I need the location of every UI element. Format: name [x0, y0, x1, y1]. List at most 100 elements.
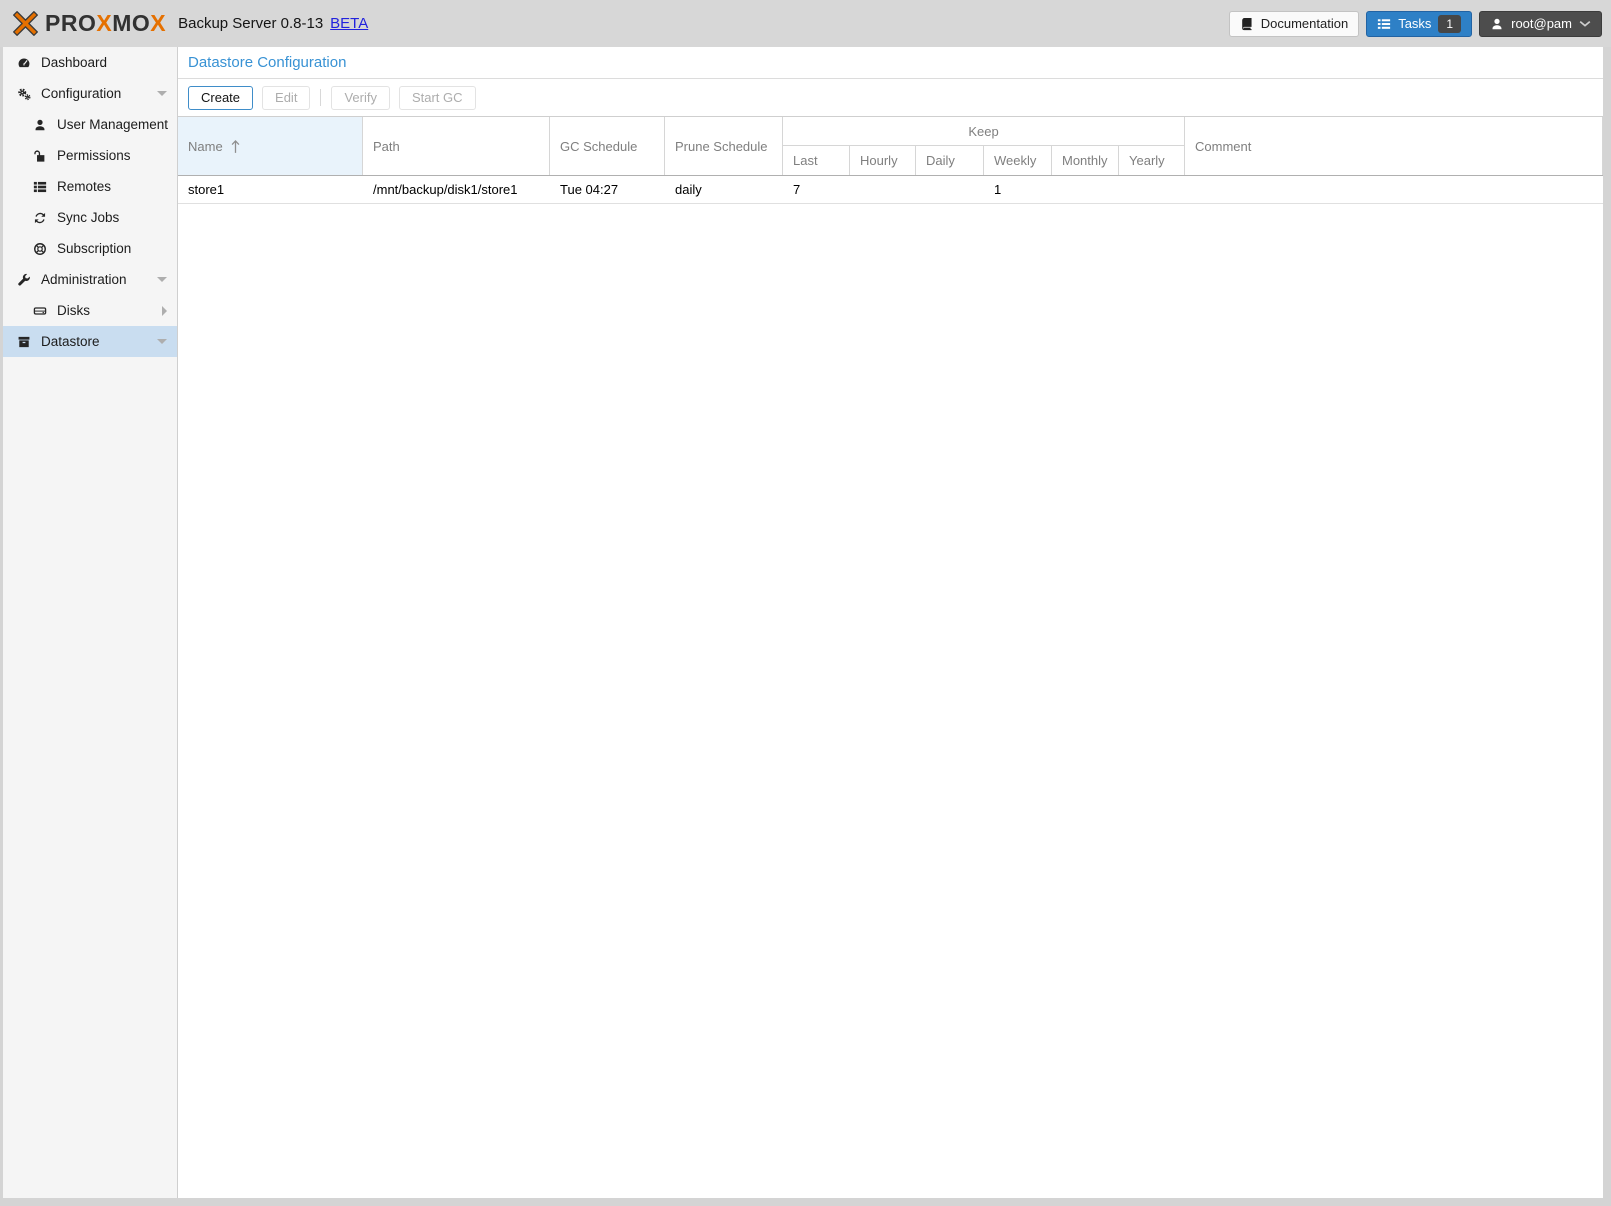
column-header-keep-weekly[interactable]: Weekly	[984, 146, 1052, 175]
sidebar-item-label: Dashboard	[41, 55, 107, 70]
sidebar-item-label: Permissions	[57, 148, 131, 163]
column-header-name[interactable]: Name	[178, 117, 363, 175]
sidebar-item-label: Subscription	[57, 241, 131, 256]
sidebar-item-configuration[interactable]: Configuration	[3, 78, 177, 109]
column-label: GC Schedule	[560, 139, 637, 154]
collapse-arrow-icon[interactable]	[157, 339, 167, 344]
start-gc-button[interactable]: Start GC	[399, 86, 476, 110]
cell-keep-weekly: 1	[984, 176, 1052, 203]
sort-ascending-icon	[230, 139, 241, 154]
proxmox-x-icon	[12, 10, 39, 37]
cell-gc-schedule: Tue 04:27	[550, 176, 665, 203]
sidebar-item-label: Disks	[57, 303, 90, 318]
page-title: Datastore Configuration	[178, 47, 1603, 79]
cell-comment	[1185, 176, 1603, 203]
sidebar-item-label: Sync Jobs	[57, 210, 119, 225]
proxmox-logo: PROXMOX	[12, 10, 166, 37]
user-icon	[31, 118, 49, 132]
documentation-label: Documentation	[1261, 16, 1348, 31]
column-header-keep-monthly[interactable]: Monthly	[1052, 146, 1119, 175]
wordmark-seg: X	[96, 10, 112, 36]
sidebar: Dashboard Configuration User Management	[3, 47, 178, 1198]
topbar: PROXMOX Backup Server 0.8-13 BETA Docume…	[0, 0, 1611, 47]
user-label: root@pam	[1511, 16, 1572, 31]
sidebar-item-label: Administration	[41, 272, 127, 287]
sync-icon	[31, 211, 49, 225]
column-header-keep-daily[interactable]: Daily	[916, 146, 984, 175]
proxmox-wordmark: PROXMOX	[45, 12, 166, 35]
cell-keep-yearly	[1119, 176, 1185, 203]
tasks-button[interactable]: Tasks 1	[1366, 11, 1472, 37]
gears-icon	[15, 87, 33, 101]
archive-box-icon	[15, 335, 33, 349]
topbar-actions: Documentation Tasks 1 root@pam	[1229, 11, 1602, 37]
tasks-label: Tasks	[1398, 16, 1431, 31]
expand-arrow-icon[interactable]	[162, 306, 167, 316]
create-button[interactable]: Create	[188, 86, 253, 110]
tasks-count-badge: 1	[1438, 15, 1461, 33]
server-list-icon	[31, 180, 49, 194]
cell-prune-schedule: daily	[665, 176, 783, 203]
app-title: Backup Server 0.8-13	[178, 15, 323, 32]
wordmark-seg: PRO	[45, 10, 96, 36]
user-icon	[1490, 17, 1504, 31]
unlock-icon	[31, 149, 49, 163]
tasks-list-icon	[1377, 17, 1391, 31]
sidebar-item-label: User Management	[57, 117, 168, 132]
column-label: Path	[373, 139, 400, 154]
cell-keep-last: 7	[783, 176, 850, 203]
toolbar-separator	[320, 89, 321, 106]
wordmark-seg: X	[150, 10, 166, 36]
sidebar-item-permissions[interactable]: Permissions	[3, 140, 177, 171]
sidebar-item-label: Datastore	[41, 334, 100, 349]
table-header: Name Path GC Schedule Prune Schedule Kee…	[178, 116, 1603, 176]
column-header-keep-last[interactable]: Last	[783, 146, 850, 175]
sidebar-item-label: Configuration	[41, 86, 121, 101]
column-label: Name	[188, 139, 223, 154]
wordmark-seg: MO	[112, 10, 150, 36]
dashboard-gauge-icon	[15, 56, 33, 70]
cell-keep-daily	[916, 176, 984, 203]
toolbar: Create Edit Verify Start GC	[178, 79, 1603, 116]
beta-link[interactable]: BETA	[330, 15, 368, 32]
column-header-keep-yearly[interactable]: Yearly	[1119, 146, 1185, 175]
cell-keep-group: 7 1	[783, 176, 1185, 203]
cell-keep-monthly	[1052, 176, 1119, 203]
book-icon	[1240, 17, 1254, 31]
sidebar-item-label: Remotes	[57, 179, 111, 194]
main-layout: Dashboard Configuration User Management	[3, 47, 1603, 1198]
column-label: Comment	[1195, 139, 1251, 154]
column-header-path[interactable]: Path	[363, 117, 550, 175]
sidebar-item-administration[interactable]: Administration	[3, 264, 177, 295]
user-menu-button[interactable]: root@pam	[1479, 11, 1602, 37]
column-group-keep: Keep Last Hourly Daily Weekly Monthly Ye…	[783, 117, 1185, 175]
cell-name: store1	[178, 176, 363, 203]
cell-path: /mnt/backup/disk1/store1	[363, 176, 550, 203]
column-label: Prune Schedule	[675, 139, 768, 154]
column-header-prune-schedule[interactable]: Prune Schedule	[665, 117, 783, 175]
edit-button[interactable]: Edit	[262, 86, 310, 110]
cell-keep-hourly	[850, 176, 916, 203]
content-panel: Datastore Configuration Create Edit Veri…	[178, 47, 1603, 1198]
collapse-arrow-icon[interactable]	[157, 91, 167, 96]
sidebar-item-disks[interactable]: Disks	[3, 295, 177, 326]
chevron-down-icon	[1579, 18, 1591, 30]
life-ring-icon	[31, 242, 49, 256]
sidebar-item-datastore[interactable]: Datastore	[3, 326, 177, 357]
column-header-keep-hourly[interactable]: Hourly	[850, 146, 916, 175]
verify-button[interactable]: Verify	[331, 86, 390, 110]
table-row[interactable]: store1 /mnt/backup/disk1/store1 Tue 04:2…	[178, 176, 1603, 204]
column-group-header-keep[interactable]: Keep	[783, 117, 1184, 146]
column-header-gc-schedule[interactable]: GC Schedule	[550, 117, 665, 175]
sidebar-item-user-management[interactable]: User Management	[3, 109, 177, 140]
hdd-icon	[31, 304, 49, 318]
sidebar-item-sync-jobs[interactable]: Sync Jobs	[3, 202, 177, 233]
sidebar-item-remotes[interactable]: Remotes	[3, 171, 177, 202]
column-header-comment[interactable]: Comment	[1185, 117, 1603, 175]
documentation-button[interactable]: Documentation	[1229, 11, 1359, 37]
sidebar-item-dashboard[interactable]: Dashboard	[3, 47, 177, 78]
wrench-icon	[15, 273, 33, 287]
keep-subcolumns: Last Hourly Daily Weekly Monthly Yearly	[783, 146, 1184, 175]
sidebar-item-subscription[interactable]: Subscription	[3, 233, 177, 264]
collapse-arrow-icon[interactable]	[157, 277, 167, 282]
